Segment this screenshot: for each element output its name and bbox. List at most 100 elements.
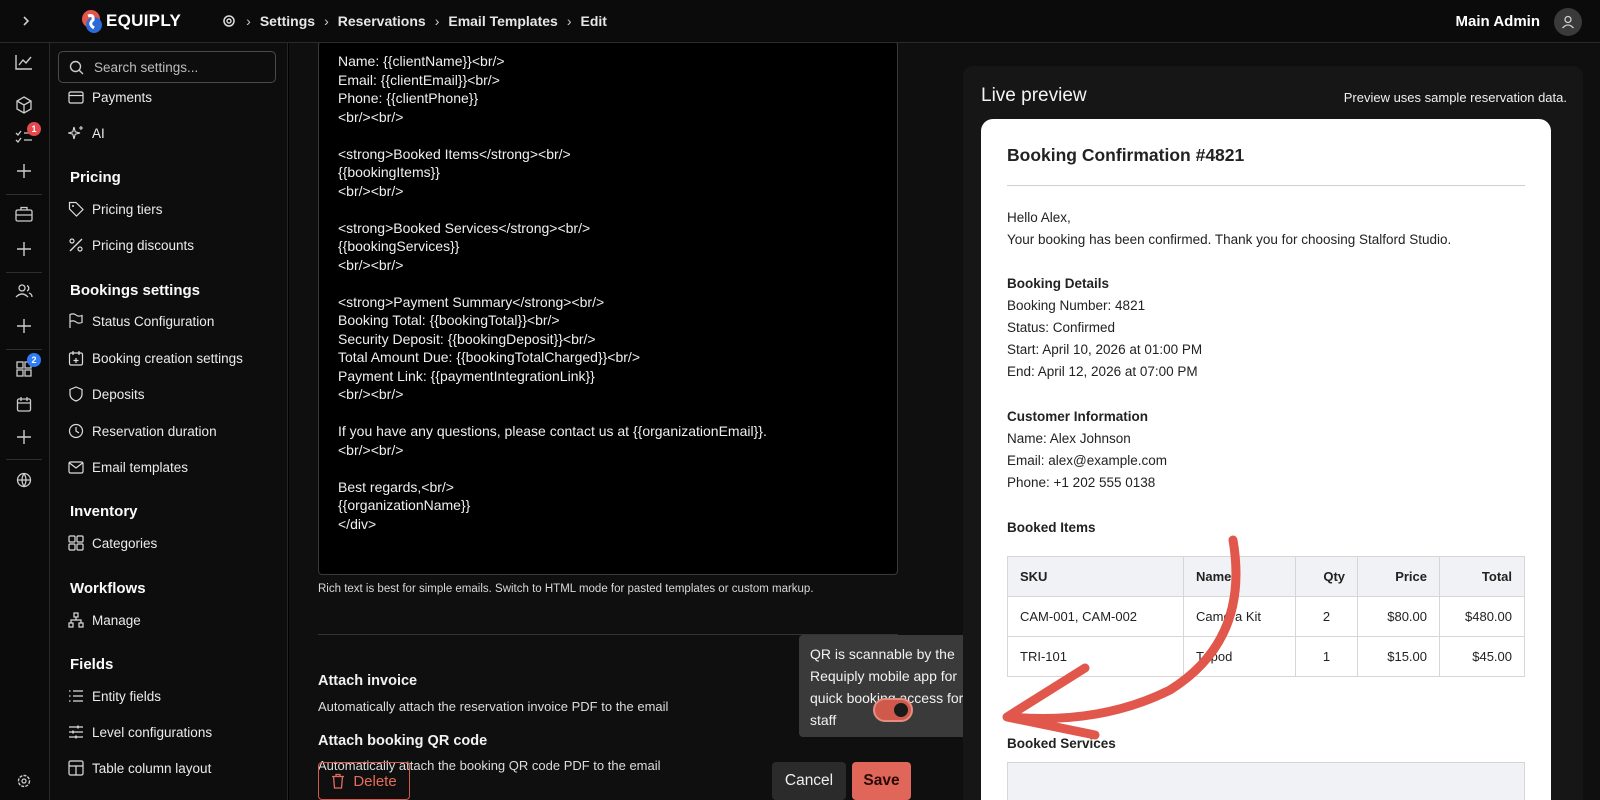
section-heading-inventory: Inventory <box>70 503 138 520</box>
sidebar-item-status-configuration[interactable]: Status Configuration <box>68 310 214 332</box>
table-header-row: SKU Name Qty Price Total <box>1007 556 1525 597</box>
workflow-icon <box>68 612 84 628</box>
attach-qr-toggle[interactable] <box>873 698 913 722</box>
booked-items-title: Booked Items <box>1007 520 1096 535</box>
breadcrumb-reservations[interactable]: Reservations <box>338 13 426 29</box>
column-header: Name <box>1183 556 1296 597</box>
users-icon[interactable] <box>13 280 35 302</box>
sidebar-item-ai[interactable]: AI <box>68 122 105 144</box>
section-heading-fields: Fields <box>70 656 114 673</box>
globe-icon[interactable] <box>13 469 35 491</box>
breadcrumb: › Settings › Reservations › Email Templa… <box>221 13 607 29</box>
sidebar-item-deposits[interactable]: Deposits <box>68 383 145 405</box>
settings-search[interactable] <box>58 51 276 83</box>
booked-services-table <box>1007 762 1525 800</box>
booked-services-title: Booked Services <box>1007 736 1116 751</box>
sidebar-item-label: Email templates <box>92 459 189 475</box>
chevron-right-icon: › <box>246 13 251 29</box>
sidebar-item-label: Booking creation settings <box>92 350 243 366</box>
table-cell: $80.00 <box>1357 596 1440 637</box>
email-heading: Booking Confirmation #4821 <box>1007 145 1245 165</box>
box-icon[interactable] <box>13 94 35 116</box>
sidebar-item-email-templates[interactable]: Email templates <box>68 456 188 478</box>
table-cell: 1 <box>1295 636 1358 677</box>
save-button[interactable]: Save <box>852 762 911 800</box>
user-name: Main Admin <box>1455 13 1540 30</box>
booking-detail-line: Booking Number: 4821 <box>1007 298 1146 313</box>
sidebar-item-entity-fields[interactable]: Entity fields <box>68 685 161 707</box>
add-icon[interactable] <box>13 315 35 337</box>
add-icon[interactable] <box>13 238 35 260</box>
sidebar-item-payments[interactable]: Payments <box>68 86 152 108</box>
email-divider <box>1007 185 1525 186</box>
sidebar-item-label: AI <box>92 125 105 141</box>
main-content: Name: {{clientName}}<br/> Email: {{clien… <box>289 43 1600 800</box>
percent-icon <box>68 237 84 253</box>
sliders-icon <box>68 724 84 740</box>
section-heading-pricing: Pricing <box>70 169 121 186</box>
sidebar-item-label: Pricing tiers <box>92 201 163 217</box>
table-row: TRI-101 Tripod 1 $15.00 $45.00 <box>1007 636 1525 677</box>
table-cell: Tripod <box>1183 636 1296 677</box>
sidebar-item-table-column-layout[interactable]: Table column layout <box>68 757 211 779</box>
live-preview-note: Preview uses sample reservation data. <box>1343 90 1567 105</box>
table-cell: Camera Kit <box>1183 596 1296 637</box>
tasks-badge: 1 <box>27 122 41 136</box>
analytics-icon[interactable] <box>13 51 35 73</box>
table-cell: CAM-001, CAM-002 <box>1007 596 1184 637</box>
customer-info-title: Customer Information <box>1007 409 1149 424</box>
sidebar-item-label: Entity fields <box>92 688 162 704</box>
user-menu[interactable]: Main Admin <box>1456 0 1582 43</box>
breadcrumb-settings[interactable]: Settings <box>260 13 315 29</box>
column-header: Total <box>1439 556 1525 597</box>
editor-hint: Rich text is best for simple emails. Swi… <box>318 583 814 595</box>
sidebar-item-label: Table column layout <box>92 760 212 776</box>
sidebar-item-label: Manage <box>92 612 141 628</box>
settings-gear-icon[interactable] <box>13 770 35 792</box>
attach-invoice-title: Attach invoice <box>318 673 418 689</box>
rail-divider <box>6 349 42 350</box>
sidebar-item-pricing-tiers[interactable]: Pricing tiers <box>68 198 163 220</box>
sidebar-item-booking-creation-settings[interactable]: Booking creation settings <box>68 347 243 369</box>
live-preview-title: Live preview <box>981 85 1087 106</box>
table-row: CAM-001, CAM-002 Camera Kit 2 $80.00 $48… <box>1007 596 1525 637</box>
briefcase-icon[interactable] <box>13 203 35 225</box>
expand-sidebar-button[interactable] <box>0 0 52 43</box>
flag-icon <box>68 313 84 329</box>
section-heading-bookings: Bookings settings <box>70 282 201 299</box>
apps-icon[interactable]: 2 <box>13 353 41 380</box>
cancel-button[interactable]: Cancel <box>772 762 846 800</box>
sidebar-item-pricing-discounts[interactable]: Pricing discounts <box>68 234 194 256</box>
email-template-editor[interactable]: Name: {{clientName}}<br/> Email: {{clien… <box>318 43 898 575</box>
credit-card-icon <box>68 89 84 105</box>
attach-qr-title: Attach booking QR code <box>318 733 488 749</box>
calendar-plus-icon <box>68 350 84 366</box>
tasks-icon[interactable]: 1 <box>13 122 41 149</box>
chevron-right-icon <box>23 16 30 26</box>
sidebar-item-label: Payments <box>92 89 153 105</box>
sidebar-item-label: Status Configuration <box>92 313 215 329</box>
add-icon[interactable] <box>13 160 35 182</box>
search-input[interactable] <box>94 59 264 75</box>
rail-divider <box>6 272 42 273</box>
settings-gear-icon[interactable] <box>221 13 237 29</box>
breadcrumb-edit: Edit <box>580 13 607 29</box>
calendar-icon[interactable] <box>13 393 35 415</box>
chevron-right-icon: › <box>566 13 572 29</box>
delete-button[interactable]: Delete <box>318 762 410 800</box>
sidebar-item-level-configurations[interactable]: Level configurations <box>68 721 212 743</box>
avatar[interactable] <box>1554 7 1582 36</box>
trash-icon <box>332 773 345 789</box>
settings-sidebar: Payments AI Pricing Pricing tiers Pricin… <box>50 43 288 800</box>
add-icon[interactable] <box>13 426 35 448</box>
breadcrumb-email-templates[interactable]: Email Templates <box>448 13 557 29</box>
email-greeting: Hello Alex, <box>1007 210 1071 225</box>
column-header: Price <box>1357 556 1440 597</box>
sidebar-item-manage[interactable]: Manage <box>68 609 141 631</box>
email-preview-card: Booking Confirmation #4821 Hello Alex, Y… <box>981 119 1551 800</box>
sidebar-item-categories[interactable]: Categories <box>68 532 157 554</box>
sidebar-item-reservation-duration[interactable]: Reservation duration <box>68 420 217 442</box>
table-cell: TRI-101 <box>1007 636 1184 677</box>
app-logo[interactable]: EQUIPLY <box>80 8 181 34</box>
icon-rail: 1 2 <box>0 43 50 800</box>
